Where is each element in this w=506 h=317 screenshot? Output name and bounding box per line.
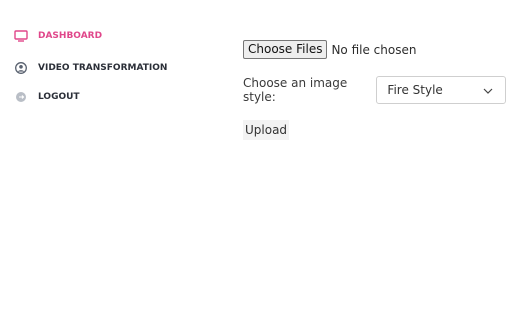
app: DASHBOARD VIDEO TRANSFORMATION LOGOUT Ch…: [0, 0, 506, 317]
user-circle-icon: [14, 61, 28, 75]
sidebar-item-label: DASHBOARD: [38, 31, 103, 41]
sidebar-item-label: LOGOUT: [38, 92, 80, 102]
image-style-label: Choose an image style:: [243, 76, 348, 104]
monitor-icon: [14, 29, 28, 43]
logout-icon: [14, 90, 28, 104]
image-style-field: Choose an image style: Fire Style: [243, 76, 506, 104]
sidebar-item-logout[interactable]: LOGOUT: [14, 90, 80, 104]
sidebar: DASHBOARD VIDEO TRANSFORMATION LOGOUT: [0, 0, 204, 317]
sidebar-item-video-transformation[interactable]: VIDEO TRANSFORMATION: [14, 61, 167, 75]
sidebar-item-label: VIDEO TRANSFORMATION: [38, 63, 168, 73]
sidebar-item-dashboard[interactable]: DASHBOARD: [14, 29, 102, 43]
file-status-text: No file chosen: [331, 42, 417, 57]
image-style-select[interactable]: Fire Style: [376, 76, 506, 104]
file-input: Choose Files No file chosen: [243, 40, 416, 59]
choose-files-button[interactable]: Choose Files: [243, 40, 328, 59]
upload-button[interactable]: Upload: [243, 120, 290, 140]
chevron-down-icon: [483, 85, 493, 95]
image-style-selected-value: Fire Style: [387, 83, 443, 97]
main-content: Choose Files No file chosen Choose an im…: [204, 0, 506, 317]
